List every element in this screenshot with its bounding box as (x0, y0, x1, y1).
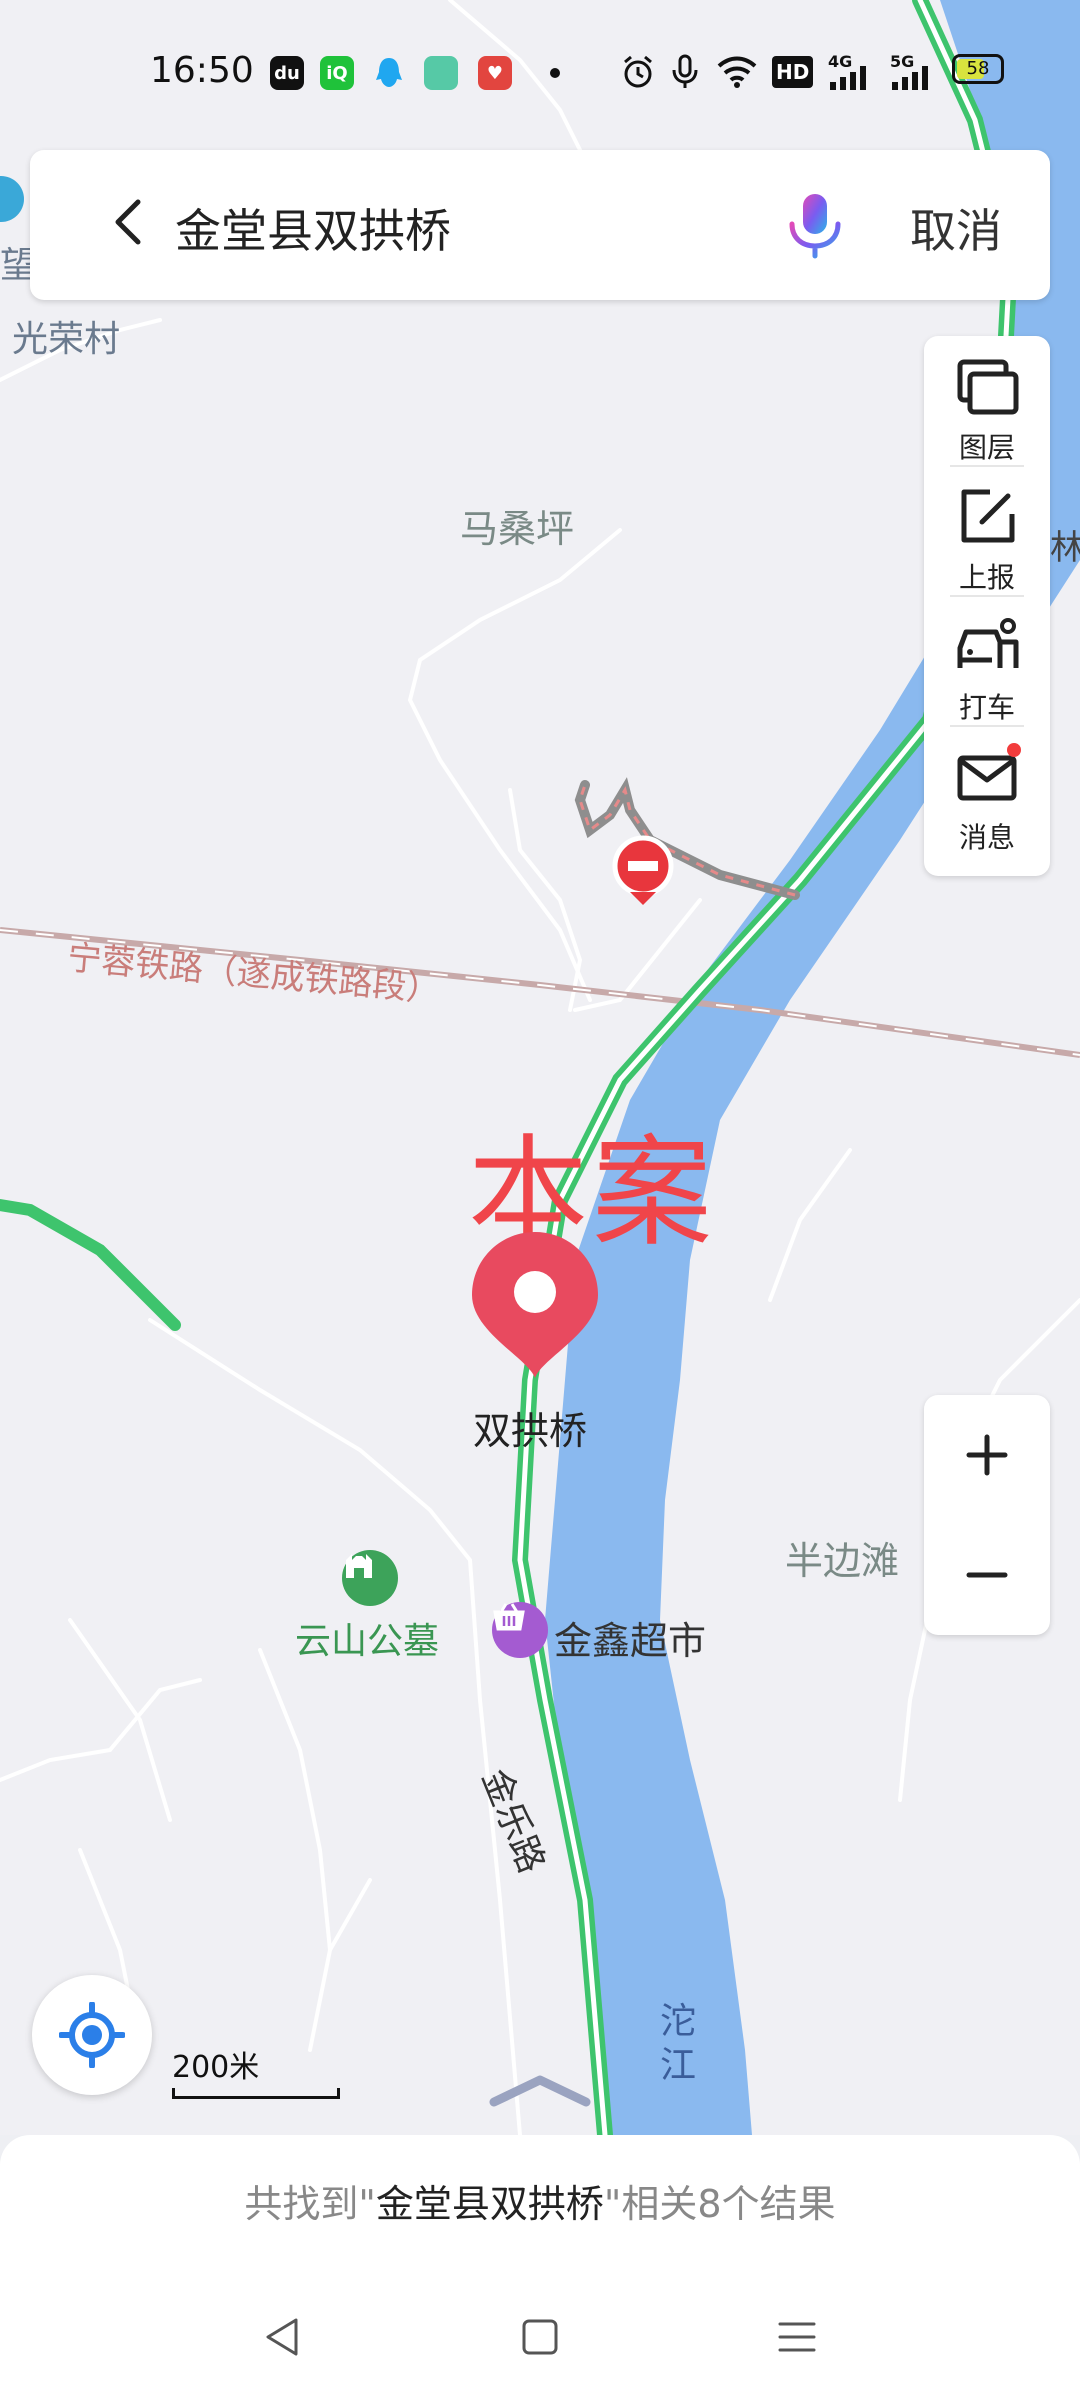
nav-menu-icon[interactable] (772, 2312, 822, 2362)
signal-5g-icon: 5G (890, 52, 936, 90)
status-bar: 16:50 du iQ ♥ HD 4G 5G 58 (0, 40, 1080, 104)
zoom-in-button[interactable] (924, 1395, 1050, 1515)
wifi-icon (717, 56, 757, 88)
taxi-icon (957, 618, 1019, 668)
zoom-controls (924, 1395, 1050, 1635)
more-dot-icon (550, 68, 560, 78)
mail-icon (957, 743, 1021, 801)
report-edit-icon (961, 489, 1015, 543)
battery-icon: 58 (952, 54, 1004, 84)
system-nav-bar (0, 2290, 1080, 2380)
search-input[interactable]: 金堂县双拱桥 (175, 195, 451, 261)
microphone-status-icon (672, 54, 698, 88)
place-label-jinxin: 金鑫超市 (554, 1619, 707, 1663)
place-label-lin: 林 (1050, 528, 1080, 568)
app-notification-icon-2 (424, 56, 458, 90)
qq-icon (372, 56, 406, 90)
iqiyi-icon: iQ (320, 56, 354, 90)
nav-home-icon[interactable] (515, 2312, 565, 2362)
place-label-yunshan: 云山公墓 (295, 1621, 440, 1662)
place-label-guangrong: 光荣村 (12, 319, 121, 360)
tool-messages[interactable]: 消息 (924, 726, 1050, 856)
tool-label: 上报 (958, 561, 1015, 594)
scale-bar (172, 2088, 340, 2099)
nav-back-icon[interactable] (258, 2312, 308, 2362)
tool-layers[interactable]: 图层 (924, 336, 1050, 466)
back-arrow-icon[interactable] (100, 192, 160, 252)
plus-icon (966, 1434, 1008, 1476)
cemetery-icon (342, 1550, 398, 1606)
search-bar: 金堂县双拱桥 取消 (30, 150, 1050, 300)
app-notification-icon-3: ♥ (478, 56, 512, 90)
alarm-icon (624, 55, 652, 88)
hd-badge: HD (772, 56, 814, 88)
layers-icon (957, 359, 1019, 415)
app-notification-icon-1: du (270, 56, 304, 90)
signal-4g-icon: 4G (828, 52, 874, 90)
river-label-tuojiang: 沱江 (660, 2001, 697, 2086)
cancel-button[interactable]: 取消 (910, 195, 1002, 261)
road-green-left (0, 1199, 181, 1331)
crosshair-location-icon (59, 2002, 125, 2068)
tool-report[interactable]: 上报 (924, 466, 1050, 596)
supermarket-icon (492, 1602, 548, 1658)
closed-road (574, 777, 800, 900)
zoom-out-button[interactable] (924, 1515, 1050, 1635)
tool-label: 消息 (958, 821, 1015, 854)
voice-input-icon[interactable] (780, 190, 850, 260)
pin-label: 双拱桥 (473, 1409, 588, 1453)
status-time: 16:50 (150, 50, 254, 91)
tool-taxi[interactable]: 打车 (924, 596, 1050, 726)
place-label-banbiantan: 半边滩 (785, 1539, 900, 1583)
map-tools-panel: 图层 上报 打车 消息 (924, 336, 1050, 876)
map-view[interactable]: 光荣村 望 马桑坪 林 宁蓉铁路（遂成铁路段） 半边滩 本案 双拱桥 云山公墓 … (0, 0, 1080, 2135)
map-scale: 200米 (172, 2042, 340, 2099)
tool-label: 图层 (958, 431, 1015, 464)
results-summary: 共找到"金堂县双拱桥"相关8个结果 (244, 2182, 836, 2226)
tool-label: 打车 (958, 691, 1015, 724)
locate-me-button[interactable] (32, 1975, 152, 2095)
pin-icon (472, 1232, 598, 1378)
place-label-masangping: 马桑坪 (460, 507, 575, 551)
scale-label: 200米 (172, 2050, 260, 2085)
drawer-handle-icon[interactable] (488, 2070, 592, 2110)
minus-icon (966, 1572, 1008, 1578)
location-pin[interactable] (470, 1230, 600, 1380)
